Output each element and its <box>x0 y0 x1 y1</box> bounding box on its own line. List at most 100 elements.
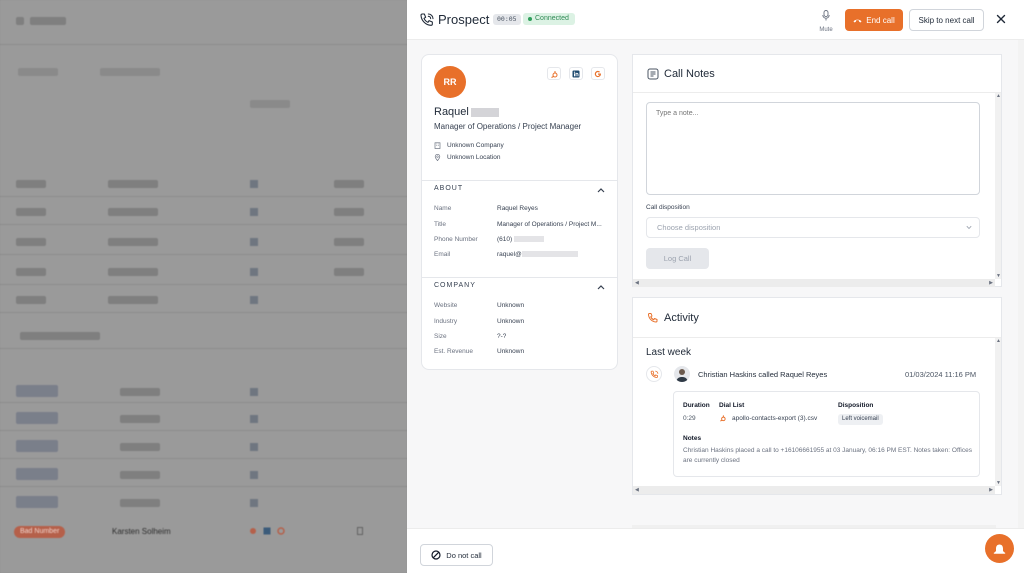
google-icon[interactable] <box>591 67 605 80</box>
linkedin-glyph <box>572 70 580 77</box>
bg-blur <box>250 388 258 396</box>
bg-blur <box>250 296 258 304</box>
hang-up-icon <box>853 19 862 22</box>
bad-number-badge: Bad Number <box>14 526 66 538</box>
hubspot-icon <box>250 528 256 534</box>
about-value: Raquel Reyes <box>497 205 538 212</box>
about-heading: ABOUT <box>434 185 464 192</box>
company-section-header[interactable]: COMPANY <box>422 277 617 295</box>
bg-blur <box>120 499 160 507</box>
drawer-header: Prospect 00:05 Connected Mute End call S… <box>407 0 1024 40</box>
status-dot <box>528 17 532 21</box>
bg-divider <box>0 44 407 45</box>
avatar <box>674 366 690 382</box>
bg-blur <box>108 208 158 216</box>
bg-blur <box>120 415 160 423</box>
company-label: Est. Revenue <box>434 348 474 355</box>
disposition-placeholder: Choose disposition <box>657 223 721 232</box>
contact-title: Manager of Operations / Project Manager <box>434 122 582 131</box>
hubspot-glyph <box>551 70 558 78</box>
call-drawer: Prospect 00:05 Connected Mute End call S… <box>407 0 1024 573</box>
do-not-call-label: Do not call <box>446 550 482 560</box>
scroll-right-icon[interactable]: ▶ <box>989 487 993 493</box>
scroll-up-icon[interactable]: ▲ <box>996 338 1001 344</box>
microphone-icon <box>822 10 830 21</box>
bg-blur <box>16 208 46 216</box>
horizontal-scrollbar[interactable]: ◀ ▶ <box>633 486 995 494</box>
skip-to-next-call-button[interactable]: Skip to next call <box>909 9 984 31</box>
dial-list-label: Dial List <box>719 402 745 409</box>
log-call-button[interactable]: Log Call <box>646 248 709 269</box>
contact-card: RR Raquel Manager of Operations / Projec… <box>421 54 618 370</box>
call-timer: 00:05 <box>493 14 521 25</box>
bg-blur <box>108 268 158 276</box>
scroll-right-icon[interactable]: ▶ <box>989 280 993 286</box>
bg-blur <box>16 296 46 304</box>
company-value: ?-? <box>497 333 507 340</box>
end-call-button[interactable]: End call <box>845 9 903 31</box>
linkedin-icon <box>263 527 271 535</box>
call-event-badge <box>646 366 662 382</box>
help-chat-button[interactable] <box>985 534 1014 563</box>
mute-button[interactable]: Mute <box>814 8 838 33</box>
page-vertical-scrollbar[interactable] <box>1018 40 1024 528</box>
linkedin-icon[interactable] <box>569 67 583 80</box>
about-label: Name <box>434 205 452 212</box>
bell-icon <box>993 544 1006 554</box>
scroll-down-icon[interactable]: ▼ <box>996 480 1001 486</box>
about-section-header[interactable]: ABOUT <box>422 180 617 198</box>
google-glyph <box>594 70 601 77</box>
chevron-up-icon[interactable] <box>597 187 605 193</box>
block-icon <box>431 550 441 560</box>
vertical-scrollbar[interactable]: ▲ ▼ <box>995 338 1001 486</box>
bg-blur <box>16 468 58 480</box>
company-line: Unknown Company <box>434 142 504 149</box>
disposition-pill: Left voicemail <box>838 414 883 425</box>
horizontal-scrollbar[interactable]: ◀ ▶ <box>633 279 995 287</box>
activity-header: Activity <box>633 298 1001 338</box>
bg-blur <box>250 415 258 423</box>
email-text: raquel@ <box>497 251 522 258</box>
phone-icon <box>648 313 658 323</box>
bg-blur <box>334 268 364 276</box>
scroll-left-icon[interactable]: ◀ <box>635 280 639 286</box>
disposition-label: Call disposition <box>646 204 690 211</box>
company-label: Size <box>434 333 447 340</box>
bg-blur <box>250 238 258 246</box>
bg-divider <box>0 284 407 285</box>
bg-blur <box>250 180 258 188</box>
scroll-up-icon[interactable]: ▲ <box>996 93 1001 99</box>
about-value: Manager of Operations / Project M... <box>497 221 602 228</box>
phone-number-value[interactable]: (610) <box>497 236 544 243</box>
bg-blur <box>250 268 258 276</box>
drawer-footer: Do not call <box>407 528 1024 573</box>
phone-call-icon <box>650 370 658 378</box>
person-icon <box>676 369 688 382</box>
chevron-up-icon[interactable] <box>597 284 605 290</box>
do-not-call-button[interactable]: Do not call <box>420 544 493 566</box>
email-value[interactable]: raquel@ <box>497 251 578 258</box>
disposition-heading: Disposition <box>838 402 874 409</box>
bg-divider <box>0 196 407 197</box>
note-input[interactable] <box>646 102 980 195</box>
bg-blur <box>120 443 160 451</box>
company-heading: COMPANY <box>434 282 476 289</box>
location-name: Unknown Location <box>447 154 501 161</box>
vertical-scrollbar[interactable]: ▲ ▼ <box>995 93 1001 279</box>
end-call-label: End call <box>866 15 895 25</box>
bg-blur <box>108 296 158 304</box>
hubspot-icon[interactable] <box>547 67 561 80</box>
company-label: Website <box>434 302 458 309</box>
dial-list-link[interactable]: apollo-contacts-export (3).csv <box>732 415 817 422</box>
scroll-down-icon[interactable]: ▼ <box>996 273 1001 279</box>
drawer-title: Prospect <box>438 12 490 27</box>
copy-icon <box>357 527 363 535</box>
contact-name: Raquel <box>434 106 499 118</box>
contact-first-name: Raquel <box>434 106 469 118</box>
disposition-select[interactable]: Choose disposition <box>646 217 980 238</box>
scroll-left-icon[interactable]: ◀ <box>635 487 639 493</box>
activity-panel: Activity Last week Christian Haskins cal… <box>632 297 1002 495</box>
activity-detail-card: Duration 0:29 Dial List apollo-contacts-… <box>673 391 980 477</box>
close-icon[interactable] <box>995 13 1007 25</box>
activity-group-label: Last week <box>646 347 692 358</box>
